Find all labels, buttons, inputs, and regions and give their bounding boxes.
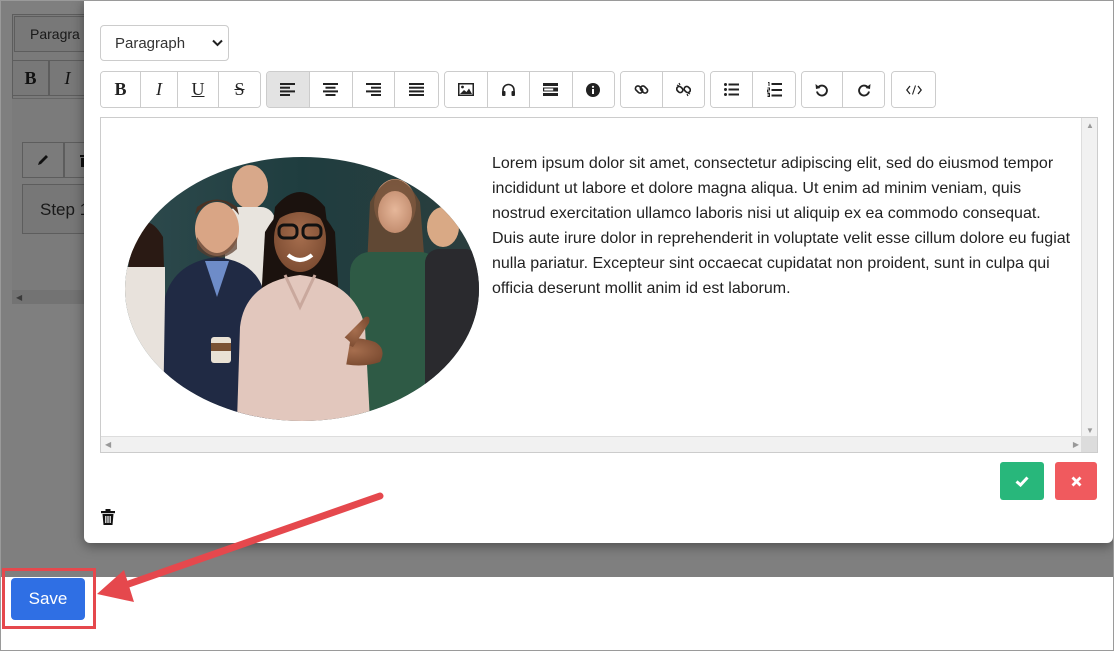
scroll-left-icon[interactable]: ◀ bbox=[105, 440, 111, 449]
format-select[interactable]: Paragraph bbox=[100, 25, 229, 61]
editor-modal: Paragraph B I U S Lorem ipsum dolor sit … bbox=[84, 0, 1113, 543]
scroll-down-icon[interactable]: ▼ bbox=[1086, 426, 1094, 435]
info-icon bbox=[586, 82, 601, 97]
team-photo bbox=[125, 157, 479, 421]
list-group bbox=[710, 71, 796, 108]
editor-content-area[interactable]: Lorem ipsum dolor sit amet, consectetur … bbox=[100, 117, 1098, 453]
history-group bbox=[801, 71, 885, 108]
insert-template-button[interactable] bbox=[530, 72, 573, 107]
undo-button[interactable] bbox=[802, 72, 844, 107]
delete-button[interactable] bbox=[101, 509, 115, 525]
cancel-button[interactable] bbox=[1055, 462, 1097, 500]
code-group bbox=[891, 71, 936, 108]
align-justify-icon bbox=[409, 83, 425, 96]
save-button[interactable]: Save bbox=[11, 578, 85, 620]
bullet-list-icon bbox=[724, 83, 739, 96]
align-right-button[interactable] bbox=[352, 72, 396, 107]
link-group bbox=[620, 71, 705, 108]
align-justify-button[interactable] bbox=[395, 72, 438, 107]
insert-info-button[interactable] bbox=[572, 72, 614, 107]
align-left-button[interactable] bbox=[267, 72, 310, 107]
insert-image-button[interactable] bbox=[445, 72, 489, 107]
confirm-button[interactable] bbox=[1000, 462, 1044, 500]
scroll-right-icon[interactable]: ▶ bbox=[1073, 440, 1079, 449]
resize-handle[interactable] bbox=[1081, 436, 1097, 452]
media-group bbox=[444, 71, 615, 108]
redo-icon bbox=[857, 83, 870, 96]
align-right-icon bbox=[365, 83, 381, 96]
chevron-down-icon bbox=[206, 39, 228, 47]
italic-button[interactable]: I bbox=[141, 72, 178, 107]
headphones-icon bbox=[502, 83, 516, 96]
check-icon bbox=[1015, 475, 1029, 487]
bold-button[interactable]: B bbox=[101, 72, 141, 107]
code-view-button[interactable] bbox=[892, 72, 935, 107]
undo-icon bbox=[815, 83, 828, 96]
image-icon bbox=[458, 83, 475, 96]
unlink-icon bbox=[675, 82, 691, 97]
code-icon bbox=[905, 84, 922, 95]
insert-link-button[interactable] bbox=[621, 72, 663, 107]
format-select-label: Paragraph bbox=[115, 34, 186, 52]
link-icon bbox=[634, 85, 649, 94]
template-icon bbox=[543, 82, 559, 96]
horizontal-scrollbar[interactable]: ◀ ▶ bbox=[101, 436, 1083, 452]
align-center-button[interactable] bbox=[309, 72, 353, 107]
numbered-list-icon bbox=[766, 82, 782, 97]
insert-audio-button[interactable] bbox=[488, 72, 530, 107]
align-center-icon bbox=[323, 83, 339, 96]
trash-icon bbox=[101, 509, 115, 525]
text-style-group: B I U S bbox=[100, 71, 261, 108]
alignment-group bbox=[266, 71, 439, 108]
unlink-button[interactable] bbox=[662, 72, 704, 107]
redo-button[interactable] bbox=[843, 72, 884, 107]
bullet-list-button[interactable] bbox=[711, 72, 754, 107]
vertical-scrollbar[interactable]: ▲ ▼ bbox=[1081, 118, 1097, 438]
close-icon bbox=[1071, 476, 1081, 486]
underline-button[interactable]: U bbox=[178, 72, 219, 107]
content-paragraph: Lorem ipsum dolor sit amet, consectetur … bbox=[492, 155, 1071, 297]
scroll-up-icon[interactable]: ▲ bbox=[1086, 121, 1094, 130]
numbered-list-button[interactable] bbox=[753, 72, 795, 107]
strikethrough-button[interactable]: S bbox=[219, 72, 260, 107]
align-left-icon bbox=[280, 83, 296, 96]
